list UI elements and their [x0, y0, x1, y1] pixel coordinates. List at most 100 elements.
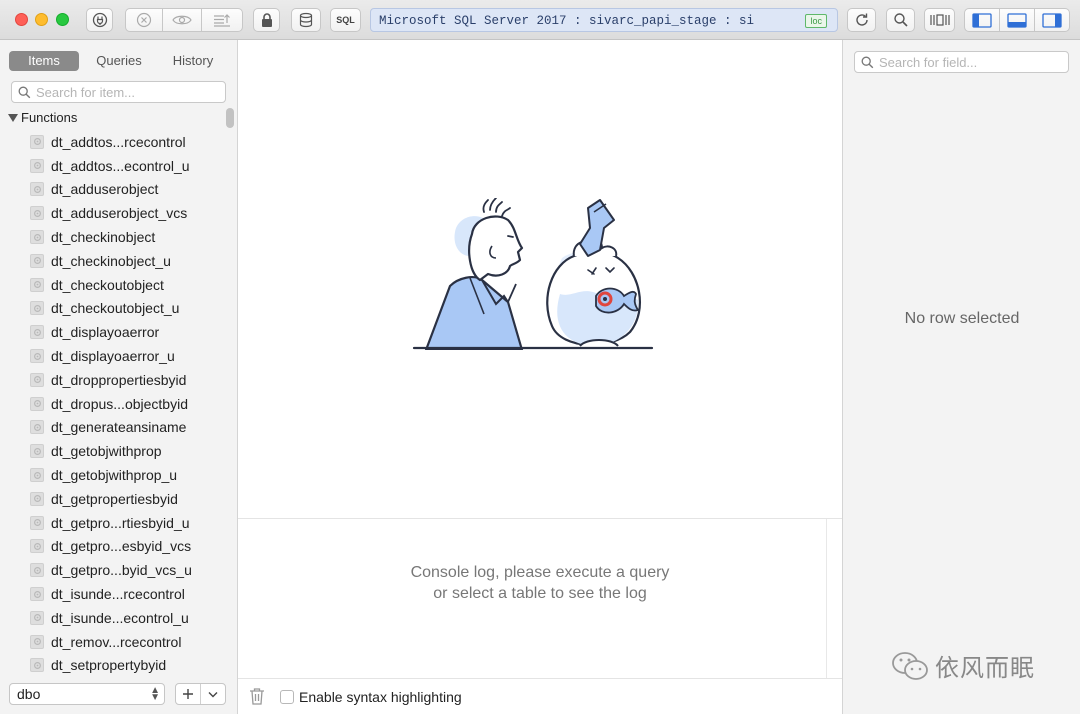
syntax-highlighting-checkbox[interactable]: [280, 690, 294, 704]
trash-icon[interactable]: [249, 687, 265, 705]
function-list-item[interactable]: dt_isunde...econtrol_u: [0, 606, 224, 630]
reload-button[interactable]: [847, 8, 876, 32]
tab-queries[interactable]: Queries: [84, 51, 154, 71]
function-list-item[interactable]: dt_getpro...byid_vcs_u: [0, 558, 224, 582]
function-gear-icon: [30, 325, 44, 340]
filter-search-button[interactable]: [886, 8, 915, 32]
function-name: dt_isunde...rcecontrol: [51, 586, 185, 603]
schema-value: dbo: [17, 686, 41, 702]
function-list-item[interactable]: dt_dropus...objectbyid: [0, 392, 224, 416]
function-name: dt_displayoaerror: [51, 324, 160, 341]
function-name: dt_checkinobject: [51, 229, 156, 246]
database-button[interactable]: [291, 8, 321, 32]
sidebar-scrollbar[interactable]: [226, 108, 234, 128]
function-list-item[interactable]: dt_displayoaerror: [0, 320, 224, 344]
function-gear-icon: [30, 372, 44, 387]
function-list-item[interactable]: dt_displayoaerror_u: [0, 344, 224, 368]
sql-button[interactable]: SQL: [330, 8, 361, 32]
syntax-highlighting-label[interactable]: Enable syntax highlighting: [299, 689, 462, 705]
connection-button[interactable]: [86, 8, 113, 32]
function-list-item[interactable]: dt_getpropertiesbyid: [0, 487, 224, 511]
function-gear-icon: [30, 158, 44, 173]
minimize-window-button[interactable]: [35, 13, 48, 26]
item-search-field[interactable]: [11, 81, 226, 103]
commit-changes-button[interactable]: [201, 8, 243, 32]
watermark-text: 依风而眠: [935, 655, 1035, 682]
function-list-item[interactable]: dt_droppropertiesbyid: [0, 368, 224, 392]
functions-group-header[interactable]: Functions: [8, 110, 77, 125]
function-name: dt_isunde...econtrol_u: [51, 609, 189, 626]
field-search-field[interactable]: [854, 51, 1069, 73]
function-gear-icon: [30, 515, 44, 530]
function-list-item[interactable]: dt_getpro...rtiesbyid_u: [0, 511, 224, 535]
function-list-item[interactable]: dt_checkoutobject_u: [0, 297, 224, 321]
empty-state-illustration: [412, 198, 654, 350]
function-name: dt_dropus...objectbyid: [51, 395, 188, 412]
toggle-left-sidebar-button[interactable]: [964, 8, 1000, 32]
function-name: dt_adduserobject_vcs: [51, 205, 188, 222]
watermark: 依风而眠: [891, 648, 1035, 683]
console-message-line-1: Console log, please execute a query: [410, 564, 670, 581]
function-list-item[interactable]: dt_generateansiname: [0, 416, 224, 440]
column-layout-button[interactable]: [924, 8, 955, 32]
function-gear-icon: [30, 230, 44, 245]
console-empty-message: Console log, please execute a query or s…: [238, 562, 842, 604]
plus-icon: [183, 689, 193, 699]
function-name: dt_getpropertiesbyid: [51, 490, 178, 507]
close-circle-icon: [136, 12, 152, 28]
magnifier-icon: [893, 13, 908, 27]
function-gear-icon: [30, 491, 44, 506]
connection-address-bar[interactable]: Microsoft SQL Server 2017 : sivarc_papi_…: [370, 8, 838, 32]
function-list-item[interactable]: dt_getobjwithprop_u: [0, 463, 224, 487]
function-list-item[interactable]: dt_checkoutobject: [0, 273, 224, 297]
tab-items[interactable]: Items: [9, 51, 79, 71]
add-button[interactable]: [176, 684, 201, 704]
toggle-right-sidebar-button[interactable]: [1034, 8, 1070, 32]
function-list-item[interactable]: dt_remov...rcecontrol: [0, 630, 224, 654]
search-icon: [861, 56, 874, 69]
function-name: dt_getobjwithprop: [51, 443, 162, 460]
function-list-item[interactable]: dt_addtos...econtrol_u: [0, 154, 224, 178]
console-log-panel: Console log, please execute a query or s…: [238, 518, 842, 679]
function-name: dt_getpro...esbyid_vcs: [51, 538, 192, 555]
close-window-button[interactable]: [15, 13, 28, 26]
function-list-item[interactable]: dt_isunde...rcecontrol: [0, 582, 224, 606]
tab-history[interactable]: History: [158, 51, 228, 71]
schema-select[interactable]: dbo ▲ ▼: [9, 683, 165, 705]
function-list-item[interactable]: dt_addtos...rcecontrol: [0, 130, 224, 154]
connection-badge: loc: [805, 14, 827, 28]
function-name: dt_droppropertiesbyid: [51, 371, 187, 388]
field-search-input[interactable]: [879, 54, 1064, 70]
function-gear-icon: [30, 587, 44, 602]
function-name: dt_checkoutobject_u: [51, 300, 180, 317]
function-list-item[interactable]: dt_getobjwithprop: [0, 439, 224, 463]
left-sidebar-icon: [972, 12, 992, 28]
main-content: Console log, please execute a query or s…: [238, 40, 842, 715]
function-list-item[interactable]: dt_checkinobject: [0, 225, 224, 249]
preview-button[interactable]: [162, 8, 202, 32]
function-name: dt_displayoaerror_u: [51, 348, 175, 365]
function-gear-icon: [30, 182, 44, 197]
item-search-input[interactable]: [36, 84, 221, 100]
function-list-item[interactable]: dt_getpro...esbyid_vcs: [0, 535, 224, 559]
cancel-query-button[interactable]: [125, 8, 163, 32]
wechat-logo-icon: [892, 651, 928, 680]
function-gear-icon: [30, 539, 44, 554]
function-list-item[interactable]: dt_adduserobject: [0, 178, 224, 202]
sidebar-footer: dbo ▲ ▼: [0, 674, 237, 714]
function-list-item[interactable]: dt_adduserobject_vcs: [0, 201, 224, 225]
add-options-button[interactable]: [201, 684, 225, 704]
console-footer: Enable syntax highlighting: [238, 678, 842, 715]
list-upload-icon: [214, 14, 230, 27]
search-icon: [18, 86, 31, 99]
lock-icon: [261, 13, 272, 27]
zoom-window-button[interactable]: [56, 13, 69, 26]
lock-button[interactable]: [253, 8, 280, 32]
add-item-control[interactable]: [175, 683, 226, 705]
function-name: dt_getpro...rtiesbyid_u: [51, 514, 190, 531]
function-gear-icon: [30, 634, 44, 649]
disclosure-triangle-icon[interactable]: [8, 113, 18, 122]
function-name: dt_remov...rcecontrol: [51, 633, 182, 650]
function-list-item[interactable]: dt_checkinobject_u: [0, 249, 224, 273]
toggle-console-button[interactable]: [999, 8, 1035, 32]
